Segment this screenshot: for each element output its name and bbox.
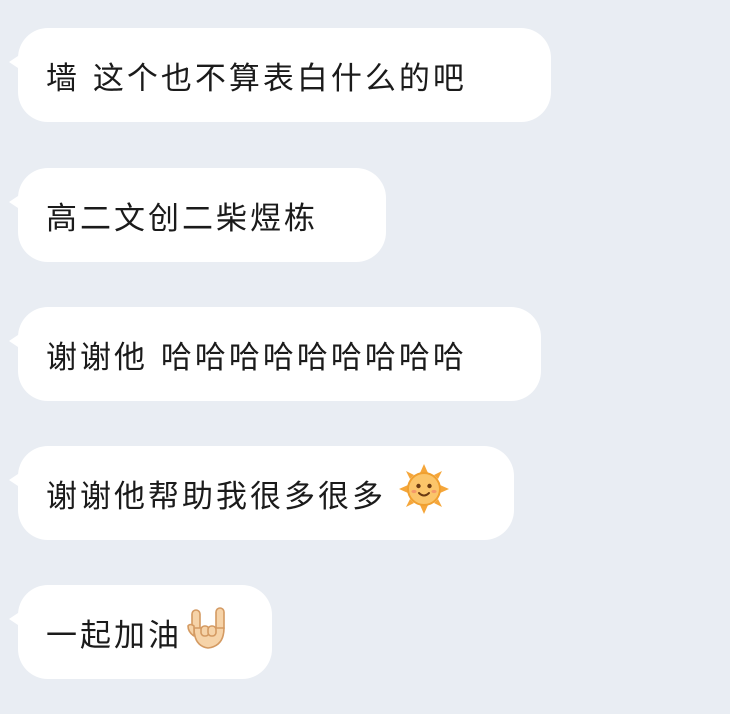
message-bubble[interactable]: 谢谢他帮助我很多很多 [9,446,514,540]
message-text: 墙 这个也不算表白什么的吧 [46,60,467,97]
rock-on-hand-emoji-icon [186,604,232,660]
message-bubble[interactable]: 高二文创二柴煜栋 [9,168,386,262]
message-bubble[interactable]: 谢谢他 哈哈哈哈哈哈哈哈哈 [9,307,541,401]
message-text: 谢谢他 哈哈哈哈哈哈哈哈哈 [46,339,467,376]
message-bubble[interactable]: 一起加油 [9,585,272,679]
message-text: 一起加油 [46,617,182,654]
message-text: 高二文创二柴煜栋 [46,200,318,237]
message-text: 谢谢他帮助我很多很多 [46,478,386,515]
chat-thread: 墙 这个也不算表白什么的吧 高二文创二柴煜栋 谢谢他 哈哈哈哈哈哈哈哈哈 谢谢他… [0,0,730,714]
message-bubble[interactable]: 墙 这个也不算表白什么的吧 [9,28,551,122]
sun-face-emoji-icon [398,463,450,523]
